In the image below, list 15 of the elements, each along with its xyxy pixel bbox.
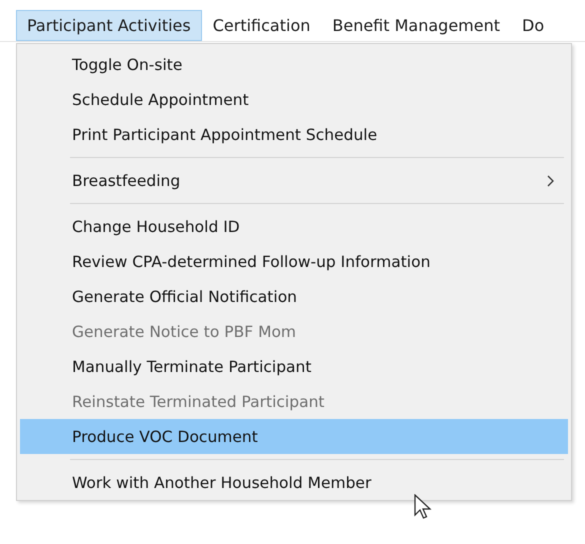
menu-item[interactable]: Produce VOC Document: [20, 419, 568, 454]
menu-item[interactable]: Breastfeeding: [20, 163, 568, 198]
mouse-pointer-icon: [414, 494, 432, 520]
menu-item[interactable]: Review CPA-determined Follow-up Information: [20, 244, 568, 279]
menu-item[interactable]: Manually Terminate Participant: [20, 349, 568, 384]
menu-item[interactable]: Change Household ID: [20, 209, 568, 244]
menu-bar-item[interactable]: Participant Activities: [16, 10, 202, 40]
menu-item[interactable]: Toggle On-site: [20, 47, 568, 82]
menu-bar-item[interactable]: Benefit Management: [321, 10, 512, 40]
menu-bar-item[interactable]: Do: [511, 10, 556, 40]
menu-bar-item[interactable]: Certification: [202, 10, 322, 40]
menu-item[interactable]: Print Participant Appointment Schedule: [20, 117, 568, 152]
menu-item[interactable]: Work with Another Household Member: [20, 465, 568, 500]
menu-item[interactable]: Generate Official Notification: [20, 279, 568, 314]
menu-item[interactable]: Schedule Appointment: [20, 82, 568, 117]
